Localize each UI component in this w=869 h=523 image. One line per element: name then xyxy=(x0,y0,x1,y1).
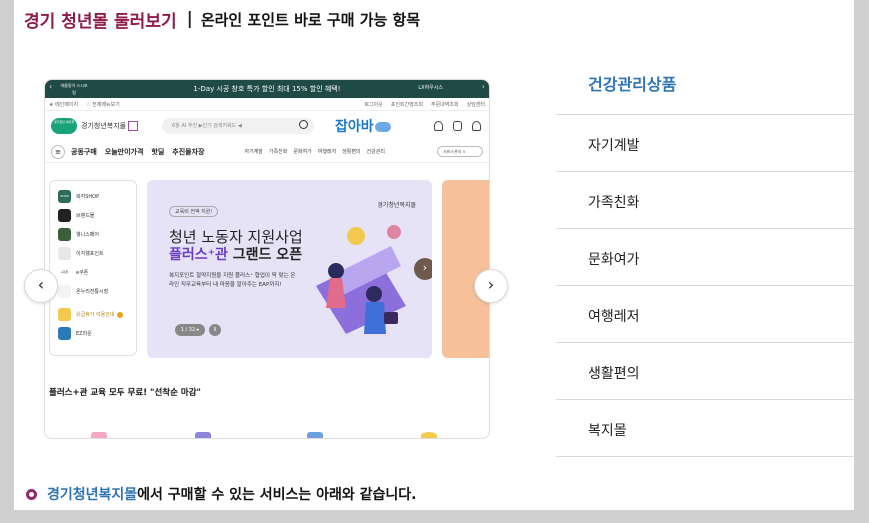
carousel-prev-button[interactable]: ‹ xyxy=(24,269,58,303)
user-icon[interactable] xyxy=(472,121,481,131)
thumbnail-sun[interactable] xyxy=(421,432,437,438)
nav-main: 공동구매 오늘만이가격 핫딜 추진몰차장 xyxy=(71,147,205,157)
nav-sub-health[interactable]: 건강관리 xyxy=(367,148,385,155)
next-banner-peek[interactable] xyxy=(442,180,489,358)
nav-sub-living[interactable]: 생활편의 xyxy=(342,148,360,155)
hero-pager[interactable]: 1 / 32 ▸ xyxy=(175,324,205,336)
hero-brand: 경기청년복지몰 xyxy=(377,202,416,209)
nav-sub-travel[interactable]: 여행레저 xyxy=(318,148,336,155)
header-icons xyxy=(434,121,481,131)
carousel-slide[interactable]: ‹ 여름맞이 스시포럼 1-Day 시공 창호 특가 할인 최대 15% 할인 … xyxy=(44,79,490,439)
category-item-living[interactable]: 생활편의 xyxy=(556,343,854,400)
side-menu-item[interactable]: 유급휴가 이용안내 xyxy=(58,305,128,324)
search-icon[interactable] xyxy=(299,120,308,129)
util-link-support[interactable]: 상담센터 xyxy=(467,101,485,108)
gg-logo[interactable]: 경기청년 복지몰 xyxy=(51,118,77,134)
hero-illustration xyxy=(316,225,406,334)
site-header: 경기청년 복지몰 경기청년복지몰 6월 AI 추천 ▶인기 검색키워드 ◀ 잡아… xyxy=(45,111,489,141)
point-card-icon xyxy=(58,247,71,260)
page: 경기 청년몰 둘러보기 | 온라인 포인트 바로 구매 가능 항목 ‹ 여름맞이… xyxy=(14,0,854,510)
coupon-icon: e쿠폰 xyxy=(58,266,71,279)
hero-next-button[interactable]: › xyxy=(414,258,432,280)
util-link-points[interactable]: 포인트간행조회 xyxy=(391,101,423,108)
side-menu-item[interactable]: e쿠폰 e쿠폰 xyxy=(58,263,128,282)
thumbnail-pink[interactable] xyxy=(91,432,107,438)
point-icon[interactable] xyxy=(434,121,443,131)
nav-sub: 자기계발 가족친화 문화여가 여행레저 생활편의 건강관리 xyxy=(245,148,385,155)
hero-banner[interactable]: 교육비 전액 지원! 경기청년복지몰 청년 노동자 지원사업 플러스⁺관 그랜드… xyxy=(147,180,432,358)
nav-sub-culture[interactable]: 문화여가 xyxy=(293,148,311,155)
market-icon xyxy=(58,285,71,298)
page-title: 경기 청년몰 둘러보기 xyxy=(24,11,177,32)
side-menu-item[interactable]: SHOP 복지SHOP xyxy=(58,187,128,206)
promo-brand: LX하우시스 xyxy=(418,85,443,91)
service-note: 경기청년복지몰 에서 구매할 수 있는 서비스는 아래와 같습니다. xyxy=(26,484,416,504)
page-header: 경기 청년몰 둘러보기 | 온라인 포인트 바로 구매 가능 항목 xyxy=(24,8,421,32)
cart-icon[interactable] xyxy=(453,121,462,131)
promo-prev-icon[interactable]: ‹ xyxy=(49,82,52,91)
ez-icon xyxy=(58,327,71,340)
category-item-family[interactable]: 가족친화 xyxy=(556,172,854,229)
slide-caption: 플러스+관 교육 모두 무료! "선착순 마감" xyxy=(49,388,201,398)
bullet-icon xyxy=(26,488,37,500)
note-text: 에서 구매할 수 있는 서비스는 아래와 같습니다. xyxy=(137,487,417,503)
util-bar: ★ 메인페이지 ☆ 전체메뉴보기 로그아웃 포인트간행조회 주문내역조회 상담센… xyxy=(45,98,489,111)
side-menu-item[interactable]: 브랜드몰 xyxy=(58,206,128,225)
promo-badge: 여름맞이 스시포럼 xyxy=(60,83,88,95)
category-item-travel[interactable]: 여행레저 xyxy=(556,286,854,343)
job-logo[interactable]: 잡아바 xyxy=(335,116,391,136)
site-logo-icon xyxy=(128,121,139,131)
main-nav: ≡ 공동구매 오늘만이가격 핫딜 추진몰차장 자기계발 가족친화 문화여가 여행… xyxy=(45,141,489,163)
title-separator: | xyxy=(186,9,193,29)
service-select[interactable]: 서비스관리 ∨ xyxy=(437,146,483,157)
promo-text: 1-Day 시공 창호 특가 할인 최대 15% 할인 혜택! xyxy=(193,85,341,93)
side-menu-item[interactable]: 웰니스페어 xyxy=(58,225,128,244)
util-link-allmenu[interactable]: ☆ 전체메뉴보기 xyxy=(86,101,120,108)
page-subtitle: 온라인 포인트 바로 구매 가능 항목 xyxy=(200,10,421,29)
hero-tag: 교육비 전액 지원! xyxy=(169,206,219,217)
search-input[interactable]: 6월 AI 추천 ▶인기 검색키워드 ◀ xyxy=(162,118,314,134)
nav-item-hotdeal[interactable]: 핫딜 xyxy=(151,147,164,157)
nav-item-recommend[interactable]: 추진몰차장 xyxy=(172,147,204,157)
thumbnail-purple[interactable] xyxy=(195,432,211,438)
pause-icon[interactable]: II xyxy=(209,324,221,336)
shop-icon: SHOP xyxy=(58,190,71,203)
carousel-next-button[interactable]: › xyxy=(474,269,508,303)
side-menu-item[interactable]: 온누리전통시장 xyxy=(58,282,128,301)
util-link-orders[interactable]: 주문내역조회 xyxy=(431,101,459,108)
nav-item-group-buy[interactable]: 공동구매 xyxy=(71,147,97,157)
hero-description: 복지포인트 절약지원을 지원 플러스⁺ 협업이 딱 맞는 온라인 직무교육부터 … xyxy=(169,273,296,288)
wellness-icon xyxy=(58,228,71,241)
side-menu: SHOP 복지SHOP 브랜드몰 웰니스페어 이지웰포인트 e쿠폰 e쿠폰 온누리전… xyxy=(49,180,137,356)
category-item-welfare-mall[interactable]: 복지몰 xyxy=(556,400,854,457)
side-menu-item[interactable]: EZ라운 xyxy=(58,324,128,343)
nav-sub-self-dev[interactable]: 자기계발 xyxy=(245,148,263,155)
new-dot-icon xyxy=(117,311,124,318)
nav-sub-family[interactable]: 가족친화 xyxy=(269,148,287,155)
side-menu-item[interactable]: 이지웰포인트 xyxy=(58,244,128,263)
product-thumbnails xyxy=(45,426,489,438)
hero-subtitle: 플러스⁺관 그랜드 오픈 xyxy=(169,247,303,263)
category-item-self-dev[interactable]: 자기계발 xyxy=(556,115,854,172)
promo-next-icon[interactable]: › xyxy=(482,82,485,91)
note-highlight: 경기청년복지몰 xyxy=(47,487,138,503)
menu-icon[interactable]: ≡ xyxy=(51,144,65,159)
category-item-health[interactable]: 건강관리상품 xyxy=(556,59,854,115)
job-logo-badge xyxy=(374,122,391,132)
vacation-icon xyxy=(58,308,71,321)
nav-item-today-price[interactable]: 오늘만이가격 xyxy=(105,147,144,157)
brand-icon xyxy=(58,209,71,222)
category-item-culture[interactable]: 문화여가 xyxy=(556,229,854,286)
util-links-right: 로그아웃 포인트간행조회 주문내역조회 상담센터 xyxy=(364,101,485,108)
util-link-main[interactable]: ★ 메인페이지 xyxy=(49,101,78,108)
thumbnail-blue[interactable] xyxy=(307,432,323,438)
promo-banner[interactable]: ‹ 여름맞이 스시포럼 1-Day 시공 창호 특가 할인 최대 15% 할인 … xyxy=(45,80,489,98)
util-link-logout[interactable]: 로그아웃 xyxy=(364,101,382,108)
category-list: 건강관리상품 자기계발 가족친화 문화여가 여행레저 생활편의 복지몰 xyxy=(556,59,854,457)
site-name[interactable]: 경기청년복지몰 xyxy=(81,121,139,131)
